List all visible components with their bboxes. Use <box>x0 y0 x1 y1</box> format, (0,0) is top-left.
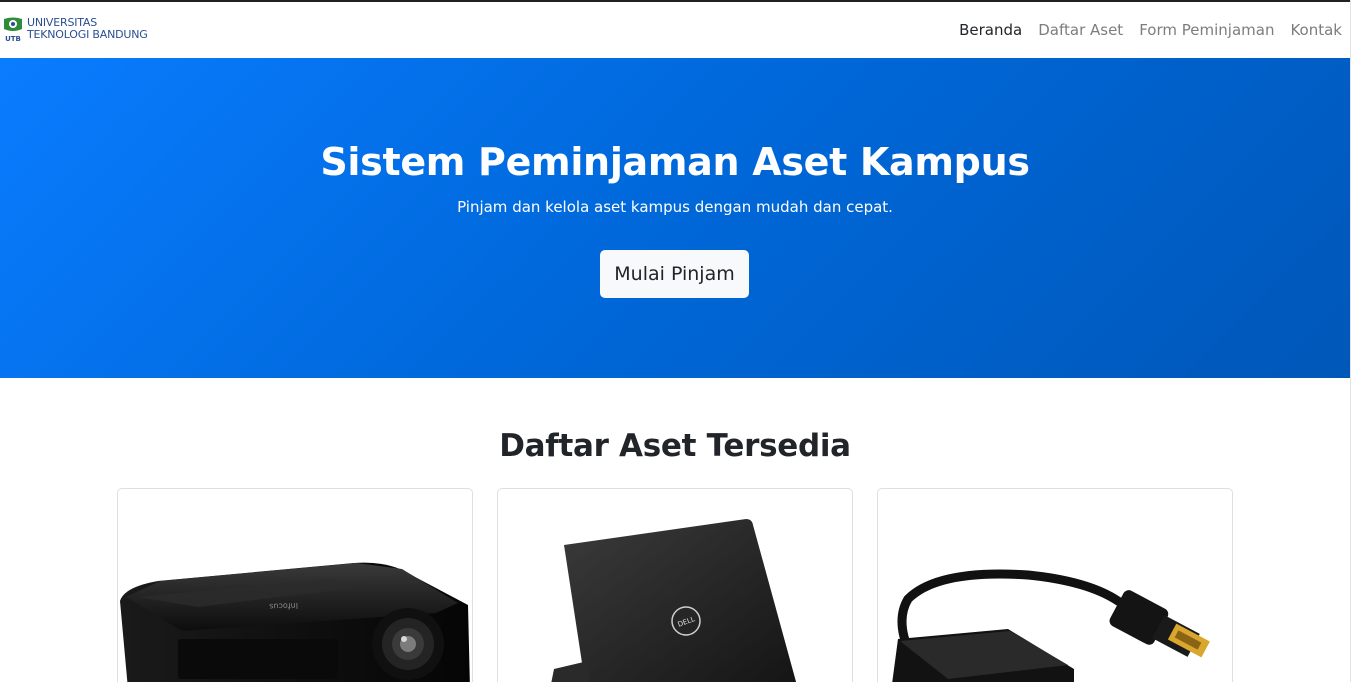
emblem-label: UTB <box>5 35 21 43</box>
brand-name: UNIVERSITAS TEKNOLOGI BANDUNG <box>27 17 148 41</box>
start-borrow-button[interactable]: Mulai Pinjam <box>600 250 749 298</box>
projector-image: Infocus <box>120 562 470 682</box>
navbar: UTB UNIVERSITAS TEKNOLOGI BANDUNG Berand… <box>0 2 1350 58</box>
asset-card-projector[interactable]: Infocus <box>117 488 473 682</box>
brand-logo[interactable]: UTB UNIVERSITAS TEKNOLOGI BANDUNG <box>2 16 148 43</box>
nav-item-beranda[interactable]: Beranda <box>959 21 1022 39</box>
hero-subtitle: Pinjam dan kelola aset kampus dengan mud… <box>457 198 893 216</box>
assets-section-title: Daftar Aset Tersedia <box>499 428 851 464</box>
projector-brand-text: Infocus <box>269 601 298 611</box>
utb-emblem-icon: UTB <box>2 16 24 43</box>
hero-title: Sistem Peminjaman Aset Kampus <box>320 140 1030 184</box>
asset-card-hdmi-adapter[interactable] <box>877 488 1233 682</box>
hero-section: Sistem Peminjaman Aset Kampus Pinjam dan… <box>0 58 1350 378</box>
nav-item-daftar-aset[interactable]: Daftar Aset <box>1038 21 1123 39</box>
asset-card-laptop[interactable]: DELL <box>497 488 853 682</box>
nav-item-form-peminjaman[interactable]: Form Peminjaman <box>1139 21 1274 39</box>
hdmi-adapter-image <box>892 569 1210 682</box>
laptop-image: DELL <box>551 519 797 682</box>
window-scrollbar[interactable] <box>1350 0 1356 682</box>
nav-menu: Beranda Daftar Aset Form Peminjaman Kont… <box>943 21 1342 39</box>
brand-line-2: TEKNOLOGI BANDUNG <box>27 28 148 41</box>
nav-item-kontak[interactable]: Kontak <box>1290 21 1342 39</box>
